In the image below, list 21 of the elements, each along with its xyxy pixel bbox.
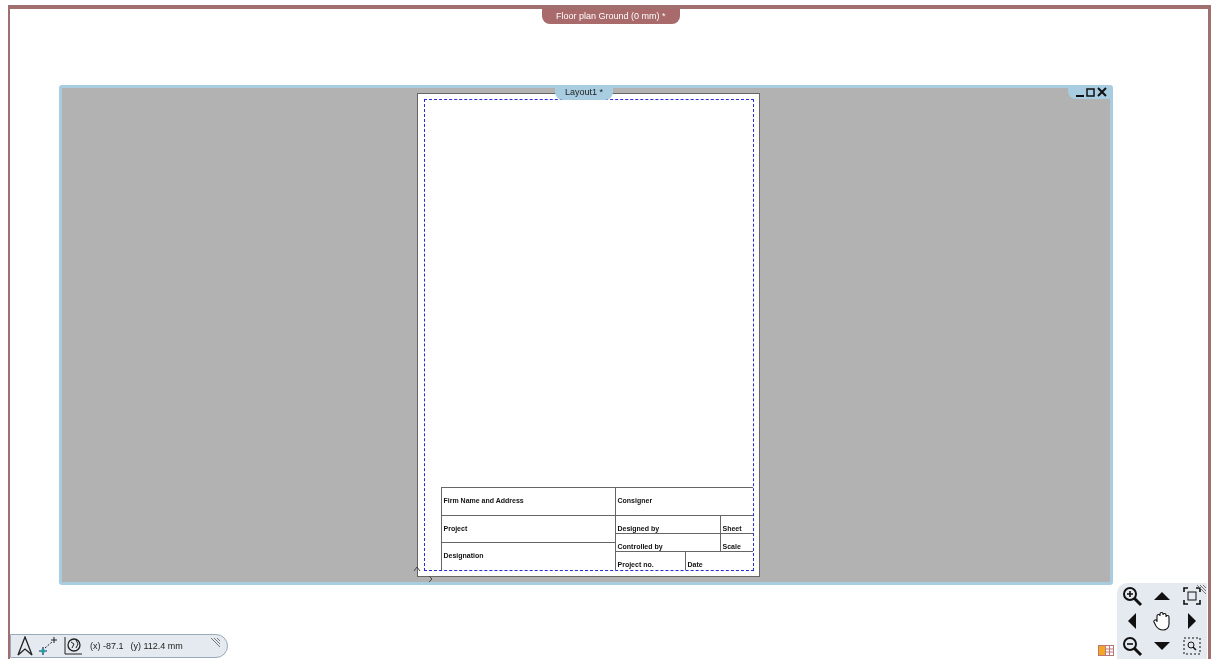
pan-left-icon[interactable]: [1127, 612, 1137, 630]
document-tab[interactable]: Floor plan Ground (0 mm) *: [542, 9, 680, 24]
resize-grip-icon: [1195, 584, 1207, 596]
zoom-in-icon[interactable]: [1121, 584, 1143, 607]
x-coordinate: (x) -87.1: [90, 641, 124, 651]
fit-view-icon[interactable]: [1183, 586, 1201, 605]
maximize-icon[interactable]: [1086, 88, 1095, 97]
snap-point-icon[interactable]: [37, 636, 59, 656]
pan-up-icon[interactable]: [1153, 590, 1171, 601]
pan-down-icon[interactable]: [1153, 641, 1171, 652]
hand-icon[interactable]: [1153, 611, 1171, 631]
zoom-window-icon[interactable]: [1183, 637, 1201, 656]
y-coordinate: (y) 112.4 mm: [130, 641, 183, 651]
corner-marker-icon: [412, 566, 435, 582]
north-arrow-icon[interactable]: [17, 636, 33, 656]
layer-grid-icon[interactable]: [1098, 645, 1114, 656]
layout-tab[interactable]: Layout1 *: [555, 85, 614, 100]
zoom-out-icon[interactable]: [1121, 635, 1143, 658]
close-icon[interactable]: [1097, 87, 1107, 97]
pan-right-icon[interactable]: [1187, 612, 1197, 630]
resize-grip-icon: [209, 637, 221, 649]
